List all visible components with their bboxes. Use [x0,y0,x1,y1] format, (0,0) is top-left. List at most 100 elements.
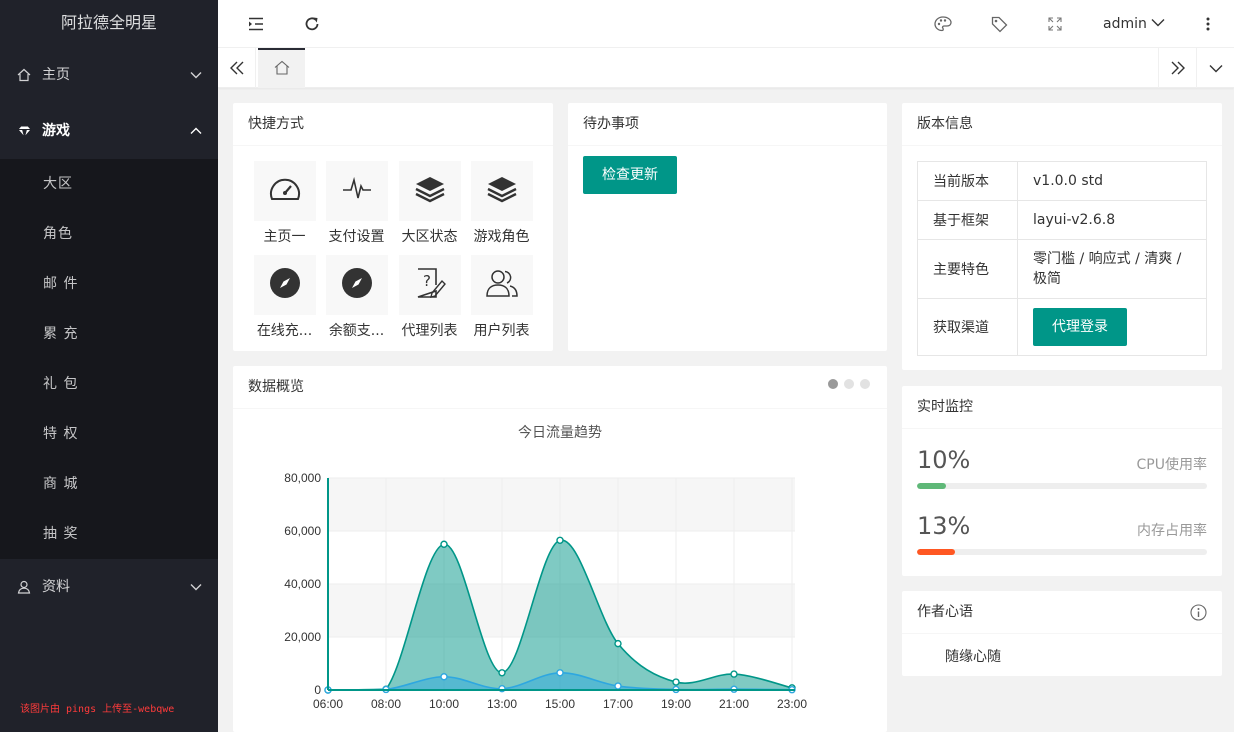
version-value: layui-v2.6.8 [1017,200,1207,240]
compass-icon [341,267,373,303]
users-icon [485,268,519,302]
refresh-icon[interactable] [300,0,324,48]
home-icon [274,60,290,79]
username: admin [1103,16,1147,32]
shortcut-label: 支付设置 [328,229,385,245]
sidebar: 阿拉德全明星 主页 游戏 大区 角色 邮 件 累 充 礼 包 特 权 商 城 抽… [0,0,218,732]
shortcut-item[interactable]: 主页一 [248,161,321,246]
sidebar-item-label: 资料 [42,579,70,595]
user-icon [17,559,33,615]
shortcut-item[interactable]: 余额支... [320,255,393,340]
y-tick-label: 0 [314,683,321,697]
sidebar-item-profile[interactable]: 资料 [0,559,218,615]
sidebar-subitem-gift[interactable]: 礼 包 [0,359,218,409]
compass-icon [269,267,301,303]
card-title: 待办事项 [568,103,887,146]
tab-bar [218,48,1234,88]
theme-palette-icon[interactable] [931,0,955,48]
more-vertical-icon[interactable] [1198,0,1218,48]
sidebar-item-home[interactable]: 主页 [0,47,218,103]
version-value: 零门槛 / 响应式 / 清爽 / 极简 [1017,239,1207,299]
help-doc-icon: ? [414,267,446,303]
memory-usage: 13% 内存占用率 [917,512,1207,555]
data-point [440,540,448,548]
menu-fold-icon[interactable] [244,0,268,48]
shortcut-item[interactable]: 支付设置 [320,161,393,246]
data-point [440,673,448,681]
x-tick-label: 19:00 [661,697,691,711]
card-title: 实时监控 [902,386,1222,429]
y-tick-label: 80,000 [284,471,321,485]
fullscreen-icon[interactable] [1043,0,1067,48]
sidebar-subitem-role[interactable]: 角色 [0,209,218,259]
sidebar-subitem-privilege[interactable]: 特 权 [0,409,218,459]
realtime-monitor-card: 实时监控 10% CPU使用率 13% 内存占用率 [902,386,1222,576]
traffic-trend-chart: 今日流量趋势 0 20,000 40,000 60,000 80,000 06:00 08:… [284,424,807,711]
check-update-button[interactable]: 检查更新 [583,156,677,194]
author-card: 作者心语 随缘心随 [902,591,1222,676]
version-card: 版本信息 当前版本 v1.0.0 std 基于框架 layui-v2.6.8 主… [902,103,1222,370]
sidebar-item-game[interactable]: 游戏 [0,103,218,159]
data-point [498,669,506,677]
author-text: 随缘心随 [945,649,1001,665]
grid-band [328,478,795,531]
x-tick-label: 15:00 [545,697,575,711]
sidebar-subitem-lottery[interactable]: 抽 奖 [0,509,218,559]
shortcut-item[interactable]: 游戏角色 [465,161,538,246]
data-overview-card: 数据概览 今日流量趋势 0 20,000 40,000 60,000 80,000 06:… [233,366,887,732]
table-row: 当前版本 v1.0.0 std [917,161,1207,201]
shortcut-label: 大区状态 [401,229,458,245]
shortcut-label: 代理列表 [401,323,458,339]
data-point [614,682,622,690]
y-tick-label: 60,000 [284,524,321,538]
x-tick-label: 17:00 [603,697,633,711]
memory-value: 13% [917,512,971,540]
x-tick-label: 10:00 [429,697,459,711]
version-value: v1.0.0 std [1017,161,1207,201]
tab-home[interactable] [258,48,305,88]
layers-icon [414,175,446,207]
carousel-dot[interactable] [828,379,838,389]
shortcut-item[interactable]: ? 代理列表 [393,255,466,340]
memory-label: 内存占用率 [1137,523,1207,539]
version-key: 获取渠道 [917,298,1018,356]
carousel-indicator[interactable] [822,377,870,393]
table-row: 基于框架 layui-v2.6.8 [917,200,1207,240]
chevron-down-icon [1151,0,1165,47]
shortcut-label: 用户列表 [473,323,530,339]
shortcut-label: 在线充... [256,323,313,339]
app-logo-title[interactable]: 阿拉德全明星 [0,0,218,47]
carousel-dot[interactable] [844,379,854,389]
upload-watermark: 该图片由 pings 上传至-webqwe [20,704,175,715]
tag-icon[interactable] [987,0,1011,48]
shortcut-item[interactable]: 大区状态 [393,161,466,246]
sidebar-subitem-region[interactable]: 大区 [0,159,218,209]
carousel-dot[interactable] [860,379,870,389]
y-tick-label: 40,000 [284,577,321,591]
pulse-icon [342,176,372,206]
data-point [556,669,564,677]
svg-text:?: ? [423,272,431,290]
tabs-dropdown-icon[interactable] [1196,48,1234,88]
sidebar-subitem-shop[interactable]: 商 城 [0,459,218,509]
sidebar-item-label: 游戏 [42,123,70,139]
user-menu[interactable]: admin [1103,0,1165,48]
home-icon [17,47,33,103]
gauge-icon [269,175,301,207]
shortcut-item[interactable]: 在线充... [248,255,321,340]
sidebar-subitem-recharge[interactable]: 累 充 [0,309,218,359]
agent-login-button[interactable]: 代理登录 [1033,308,1127,346]
shortcut-label: 主页一 [263,229,306,245]
info-icon[interactable] [1190,604,1207,625]
version-key: 当前版本 [917,161,1018,201]
tabs-scroll-right-icon[interactable] [1158,48,1196,88]
cpu-value: 10% [917,446,971,474]
shortcut-item[interactable]: 用户列表 [465,255,538,340]
tabs-scroll-left-icon[interactable] [218,48,256,88]
chevron-up-icon [190,103,202,159]
sidebar-subitem-mail[interactable]: 邮 件 [0,259,218,309]
cpu-label: CPU使用率 [1136,457,1207,473]
card-title: 作者心语 [902,591,1222,634]
table-row: 获取渠道 代理登录 [917,298,1207,356]
data-point [672,678,680,686]
